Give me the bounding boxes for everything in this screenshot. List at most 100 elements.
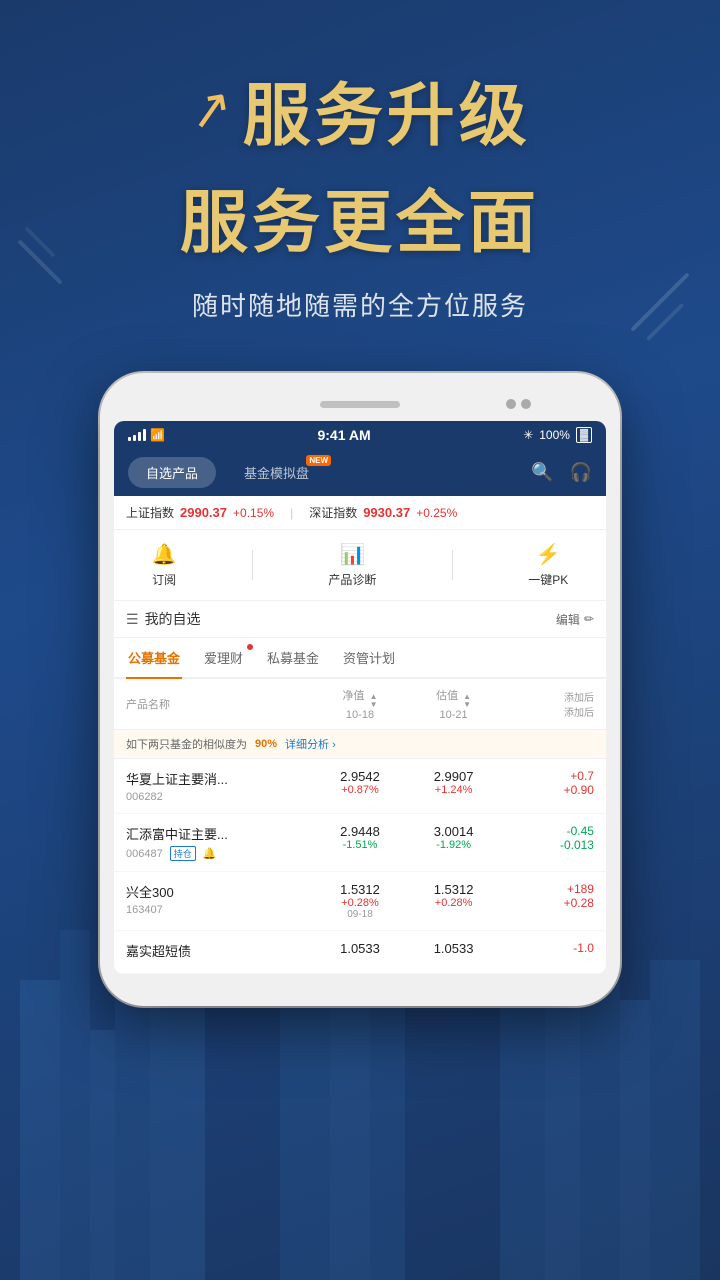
- signal-bar-1: [128, 437, 131, 441]
- fund-info-4: 嘉实超短债: [126, 941, 313, 963]
- edit-label: 编辑: [556, 611, 580, 628]
- add-label-2: 添加后: [500, 704, 594, 719]
- fund-row-1[interactable]: 华夏上证主要消... 006282 2.9542 +0.87% 2.9907 +…: [114, 759, 606, 814]
- fund-nav-1: 2.9542 +0.87%: [313, 769, 407, 796]
- fund-code-text-2: 006487: [126, 848, 163, 860]
- fund-row-3[interactable]: 兴全300 163407 1.5312 +0.28% 09-18 1.5312 …: [114, 872, 606, 931]
- action-subscribe[interactable]: 🔔 订阅: [152, 542, 177, 588]
- cat-tab-simu-label: 私募基金: [267, 651, 319, 666]
- section-title: ☰ 我的自选: [126, 609, 201, 629]
- tab-moni-label: 基金模拟盘: [244, 466, 309, 481]
- action-pk[interactable]: ⚡ 一键PK: [528, 542, 568, 588]
- signal-bars: [128, 429, 146, 441]
- hero-title-sub: 服务更全面: [40, 167, 680, 266]
- fund-row-4[interactable]: 嘉实超短债 1.0533 1.0533 -1.0: [114, 931, 606, 974]
- status-signal: 📶: [128, 428, 165, 442]
- sz-value: 9930.37: [363, 505, 410, 520]
- fund-add-val-2: -0.45: [500, 824, 594, 838]
- hero-arrow-icon: ↗: [184, 76, 237, 143]
- category-tabs: 公募基金 爱理财 私募基金 资管计划: [114, 638, 606, 679]
- hero-title-row1: ↗ 服务升级: [40, 60, 680, 159]
- fund-est-change-1: +1.24%: [407, 784, 501, 796]
- phone-mockup: 📶 9:41 AM ✳ 100% ▓ 自选产品 基金模拟盘 NEW: [0, 373, 720, 1006]
- fund-est-3: 1.5312 +0.28%: [407, 882, 501, 909]
- fund-est-change-2: -1.92%: [407, 839, 501, 851]
- sz-index: 深证指数 9930.37 +0.25%: [309, 504, 457, 521]
- fund-nav-val-1: 2.9542: [313, 769, 407, 784]
- signal-bar-4: [143, 429, 146, 441]
- sh-label: 上证指数: [126, 504, 174, 521]
- fund-add-1: +0.7 +0.90: [500, 769, 594, 797]
- fund-row-2[interactable]: 汇添富中证主要... 006487 持仓 🔔 2.9448 -1.51% 3.0…: [114, 814, 606, 872]
- nav-label: 净值: [343, 690, 365, 702]
- alert-link[interactable]: 详细分析 ›: [285, 736, 336, 752]
- fund-add-2: -0.45 -0.013: [500, 824, 594, 852]
- aili-dot: [247, 644, 253, 650]
- fund-est-change-3: +0.28%: [407, 897, 501, 909]
- fund-nav-2: 2.9448 -1.51%: [313, 824, 407, 851]
- fund-nav-change-1: +0.87%: [313, 784, 407, 796]
- fund-nav-change-2: -1.51%: [313, 839, 407, 851]
- fund-add-3: +189 +0.28: [500, 882, 594, 910]
- fund-info-2: 汇添富中证主要... 006487 持仓 🔔: [126, 824, 313, 861]
- sz-label: 深证指数: [309, 504, 357, 521]
- fund-nav-3: 1.5312 +0.28% 09-18: [313, 882, 407, 920]
- battery-percent: 100%: [539, 428, 570, 442]
- search-icon[interactable]: 🔍: [531, 462, 553, 483]
- sh-index: 上证指数 2990.37 +0.15%: [126, 504, 274, 521]
- signal-bar-3: [138, 432, 141, 441]
- fund-add-val-4: -1.0: [500, 941, 594, 955]
- phone-camera-2: [521, 399, 531, 409]
- cat-tab-simu[interactable]: 私募基金: [265, 638, 321, 677]
- phone-camera-1: [506, 399, 516, 409]
- fund-nav-4: 1.0533: [313, 941, 407, 956]
- fund-est-4: 1.0533: [407, 941, 501, 956]
- cat-tab-ziguang[interactable]: 资管计划: [341, 638, 397, 677]
- headset-icon[interactable]: 🎧: [570, 462, 592, 483]
- fund-info-3: 兴全300 163407: [126, 882, 313, 916]
- pk-icon: ⚡: [536, 542, 561, 567]
- cat-tab-aili-label: 爱理财: [204, 651, 243, 666]
- tab-zixuan-label: 自选产品: [146, 466, 198, 481]
- hero-section: ↗ 服务升级 服务更全面 随时随地随需的全方位服务: [0, 0, 720, 353]
- ticker-bar: 上证指数 2990.37 +0.15% | 深证指数 9930.37 +0.25…: [114, 496, 606, 530]
- fund-nav-val-3: 1.5312: [313, 882, 407, 897]
- fund-est-2: 3.0014 -1.92%: [407, 824, 501, 851]
- est-date: 10-21: [440, 709, 468, 721]
- fund-nav-change-3: +0.28%: [313, 897, 407, 909]
- alert-bar: 如下两只基金的相似度为 90% 详细分析 ›: [114, 730, 606, 759]
- fund-add-val2-2: -0.013: [500, 838, 594, 852]
- fund-est-1: 2.9907 +1.24%: [407, 769, 501, 796]
- fund-add-4: -1.0: [500, 941, 594, 955]
- nav-date: 10-18: [346, 709, 374, 721]
- signal-bar-2: [133, 435, 136, 441]
- action-diagnose[interactable]: 📊 产品诊断: [328, 542, 376, 588]
- battery-icon: ▓: [576, 427, 592, 443]
- phone-screen: 📶 9:41 AM ✳ 100% ▓ 自选产品 基金模拟盘 NEW: [114, 421, 606, 974]
- action-bar: 🔔 订阅 📊 产品诊断 ⚡ 一键PK: [114, 530, 606, 601]
- bluetooth-icon: ✳: [523, 428, 533, 442]
- hero-description: 随时随地随需的全方位服务: [40, 286, 680, 323]
- section-icon: ☰: [126, 611, 139, 628]
- fund-bell-2: 🔔: [203, 848, 217, 860]
- diagnose-label: 产品诊断: [328, 571, 376, 588]
- tab-zixuan[interactable]: 自选产品: [128, 457, 216, 488]
- cat-tab-ziguang-label: 资管计划: [343, 651, 395, 666]
- cat-tab-aili[interactable]: 爱理财: [202, 638, 245, 677]
- est-sort: ▲▼: [463, 693, 471, 709]
- nav-sort: ▲▼: [370, 693, 378, 709]
- fund-code-text-1: 006282: [126, 791, 163, 803]
- ticker-divider: |: [290, 506, 293, 520]
- section-edit[interactable]: 编辑 ✏: [556, 611, 594, 628]
- fund-info-1: 华夏上证主要消... 006282: [126, 769, 313, 803]
- table-header: 产品名称 净值 ▲▼ 10-18 估值 ▲▼ 10-21 添加后 添加后: [114, 679, 606, 730]
- tab-moni[interactable]: 基金模拟盘 NEW: [226, 457, 327, 488]
- fund-name-4: 嘉实超短债: [126, 941, 313, 960]
- sz-change: +0.25%: [416, 506, 457, 520]
- edit-icon: ✏: [584, 612, 594, 626]
- cat-tab-gongmu[interactable]: 公募基金: [126, 638, 182, 677]
- status-bar: 📶 9:41 AM ✳ 100% ▓: [114, 421, 606, 449]
- col-header-name: 产品名称: [126, 696, 313, 712]
- status-time: 9:41 AM: [317, 427, 370, 443]
- nav-icons: 🔍 🎧: [531, 462, 592, 483]
